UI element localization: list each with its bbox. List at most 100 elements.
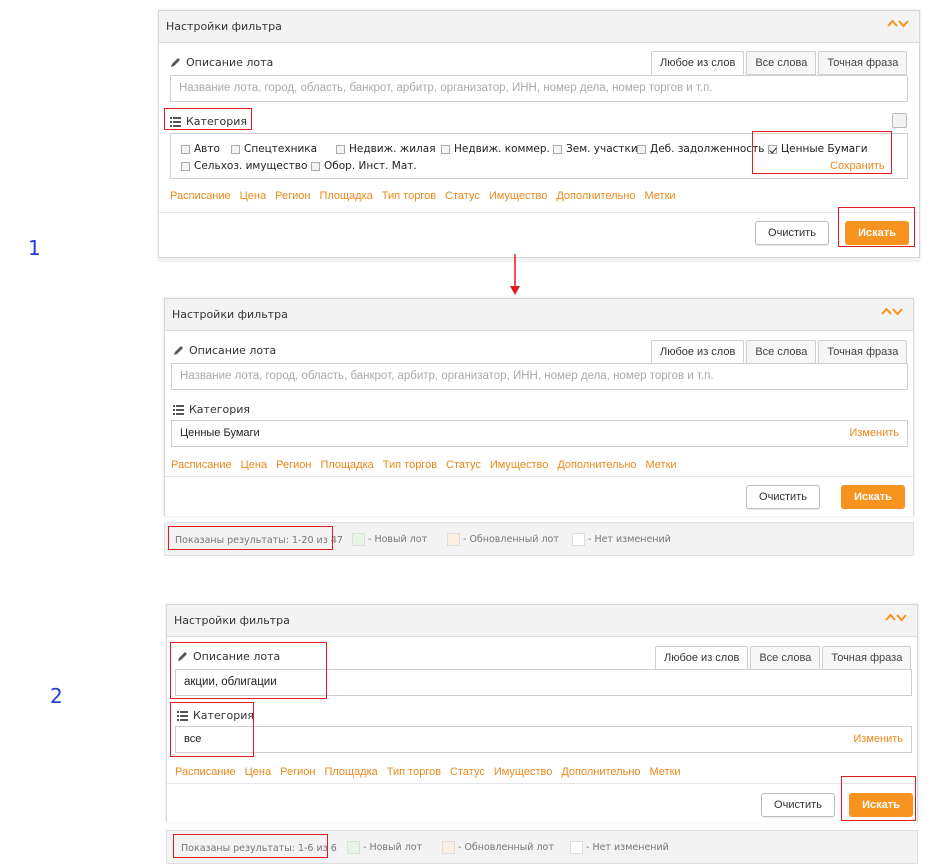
results-count: Показаны результаты: 1-20 из 47 bbox=[175, 535, 343, 546]
tab-any-word[interactable]: Любое из слов bbox=[655, 646, 749, 670]
category-checkbox-auto[interactable]: Авто bbox=[181, 143, 220, 155]
filter-footer: Очистить Искать bbox=[159, 212, 919, 257]
link-additional[interactable]: Дополнительно bbox=[557, 459, 636, 471]
collapse-chevrons-icon[interactable] bbox=[885, 611, 907, 623]
category-label-row: Категория bbox=[177, 709, 254, 722]
filter-panel-1: Настройки фильтра Описание лота Любое из… bbox=[158, 10, 920, 258]
link-platform[interactable]: Площадка bbox=[319, 190, 372, 202]
link-price[interactable]: Цена bbox=[240, 190, 266, 202]
link-property[interactable]: Имущество bbox=[494, 766, 553, 778]
link-additional[interactable]: Дополнительно bbox=[561, 766, 640, 778]
link-region[interactable]: Регион bbox=[275, 190, 310, 202]
change-category-link[interactable]: Изменить bbox=[853, 727, 903, 752]
list-icon bbox=[177, 710, 188, 721]
link-schedule[interactable]: Расписание bbox=[170, 190, 231, 202]
link-tags[interactable]: Метки bbox=[646, 459, 677, 471]
category-label: Категория bbox=[193, 709, 254, 722]
link-status[interactable]: Статус bbox=[450, 766, 485, 778]
category-checkbox-agricultural[interactable]: Сельхоз. имущество bbox=[181, 160, 307, 172]
filter-section-links: Расписание Цена Регион Площадка Тип торг… bbox=[175, 766, 681, 778]
filter-header: Настройки фильтра bbox=[159, 11, 919, 43]
description-label: Описание лота bbox=[186, 56, 274, 69]
change-category-link[interactable]: Изменить bbox=[849, 421, 899, 446]
category-checkbox-special-equipment[interactable]: Спецтехника bbox=[231, 143, 317, 155]
clear-button[interactable]: Очистить bbox=[755, 221, 829, 245]
filter-title: Настройки фильтра bbox=[172, 308, 288, 321]
tab-exact-phrase[interactable]: Точная фраза bbox=[818, 51, 908, 75]
tab-all-words[interactable]: Все слова bbox=[746, 340, 817, 364]
link-additional[interactable]: Дополнительно bbox=[556, 190, 635, 202]
link-platform[interactable]: Площадка bbox=[320, 459, 373, 471]
pencil-icon bbox=[174, 346, 183, 355]
filter-footer: Очистить Искать bbox=[165, 476, 913, 516]
category-label: Категория bbox=[186, 115, 247, 128]
description-label: Описание лота bbox=[189, 344, 277, 357]
filter-footer: Очистить Искать bbox=[167, 783, 917, 823]
filter-header: Настройки фильтра bbox=[165, 299, 913, 331]
link-region[interactable]: Регион bbox=[280, 766, 315, 778]
link-schedule[interactable]: Расписание bbox=[175, 766, 236, 778]
clear-button[interactable]: Очистить bbox=[761, 793, 835, 817]
filter-section-links: Расписание Цена Регион Площадка Тип торг… bbox=[170, 190, 676, 202]
search-button[interactable]: Искать bbox=[845, 221, 909, 245]
legend-unchanged: - Нет изменений bbox=[572, 533, 671, 546]
filter-title: Настройки фильтра bbox=[166, 20, 282, 33]
category-checkbox-land[interactable]: Зем. участки bbox=[553, 143, 638, 155]
clear-button[interactable]: Очистить bbox=[746, 485, 820, 509]
search-button[interactable]: Искать bbox=[841, 485, 905, 509]
category-checkbox-residential[interactable]: Недвиж. жилая bbox=[336, 143, 436, 155]
list-icon bbox=[170, 116, 181, 127]
description-input[interactable]: акции, облигации bbox=[175, 669, 912, 696]
link-platform[interactable]: Площадка bbox=[324, 766, 377, 778]
link-price[interactable]: Цена bbox=[245, 766, 271, 778]
tab-exact-phrase[interactable]: Точная фраза bbox=[818, 340, 908, 364]
collapse-chevrons-icon[interactable] bbox=[881, 305, 903, 317]
search-button[interactable]: Искать bbox=[849, 793, 913, 817]
description-input[interactable]: Название лота, город, область, банкрот, … bbox=[171, 363, 908, 390]
tab-any-word[interactable]: Любое из слов bbox=[651, 51, 745, 75]
category-checkbox-list: Авто Спецтехника Недвиж. жилая Недвиж. к… bbox=[170, 133, 908, 179]
pencil-icon bbox=[171, 58, 180, 67]
results-bar-1: Показаны результаты: 1-20 из 47 - Новый … bbox=[164, 522, 914, 556]
category-select-all-checkbox[interactable] bbox=[892, 113, 907, 128]
collapse-chevrons-icon[interactable] bbox=[887, 17, 909, 29]
save-category-link[interactable]: Сохранить bbox=[830, 160, 885, 172]
category-value: все bbox=[184, 733, 202, 745]
link-tags[interactable]: Метки bbox=[645, 190, 676, 202]
link-schedule[interactable]: Расписание bbox=[171, 459, 232, 471]
link-auction-type[interactable]: Тип торгов bbox=[387, 766, 441, 778]
step-number-2: 2 bbox=[50, 684, 63, 708]
category-value-field[interactable]: все Изменить bbox=[175, 726, 912, 753]
results-bar-2: Показаны результаты: 1-6 из 6 - Новый ло… bbox=[166, 830, 918, 864]
tab-all-words[interactable]: Все слова bbox=[750, 646, 821, 670]
match-mode-tabs: Любое из слов Все слова Точная фраза bbox=[651, 51, 908, 75]
filter-panel-3: Настройки фильтра Описание лота Любое из… bbox=[166, 604, 918, 823]
category-checkbox-commercial[interactable]: Недвиж. коммер. bbox=[441, 143, 550, 155]
tab-exact-phrase[interactable]: Точная фраза bbox=[822, 646, 912, 670]
category-checkbox-receivables[interactable]: Деб. задолженность bbox=[637, 143, 764, 155]
legend-unchanged: - Нет изменений bbox=[570, 841, 669, 854]
filter-header: Настройки фильтра bbox=[167, 605, 917, 637]
description-label-row: Описание лота bbox=[173, 344, 276, 357]
category-label-row: Категория bbox=[173, 403, 250, 416]
category-value-field[interactable]: Ценные Бумаги Изменить bbox=[171, 420, 908, 447]
link-auction-type[interactable]: Тип торгов bbox=[382, 190, 436, 202]
tab-any-word[interactable]: Любое из слов bbox=[651, 340, 745, 364]
link-region[interactable]: Регион bbox=[276, 459, 311, 471]
list-icon bbox=[173, 404, 184, 415]
link-auction-type[interactable]: Тип торгов bbox=[383, 459, 437, 471]
category-checkbox-securities[interactable]: Ценные Бумаги bbox=[768, 143, 868, 155]
category-checkbox-equipment[interactable]: Обор. Инст. Мат. bbox=[311, 160, 417, 172]
link-property[interactable]: Имущество bbox=[489, 190, 548, 202]
description-input[interactable]: Название лота, город, область, банкрот, … bbox=[170, 75, 908, 102]
legend-updated-lot: - Обновленный лот bbox=[447, 533, 559, 546]
tab-all-words[interactable]: Все слова bbox=[746, 51, 817, 75]
description-label-row: Описание лота bbox=[177, 650, 280, 663]
link-property[interactable]: Имущество bbox=[490, 459, 549, 471]
legend-new-lot: - Новый лот bbox=[347, 841, 422, 854]
category-label: Категория bbox=[189, 403, 250, 416]
link-status[interactable]: Статус bbox=[445, 190, 480, 202]
link-tags[interactable]: Метки bbox=[650, 766, 681, 778]
link-status[interactable]: Статус bbox=[446, 459, 481, 471]
link-price[interactable]: Цена bbox=[241, 459, 267, 471]
